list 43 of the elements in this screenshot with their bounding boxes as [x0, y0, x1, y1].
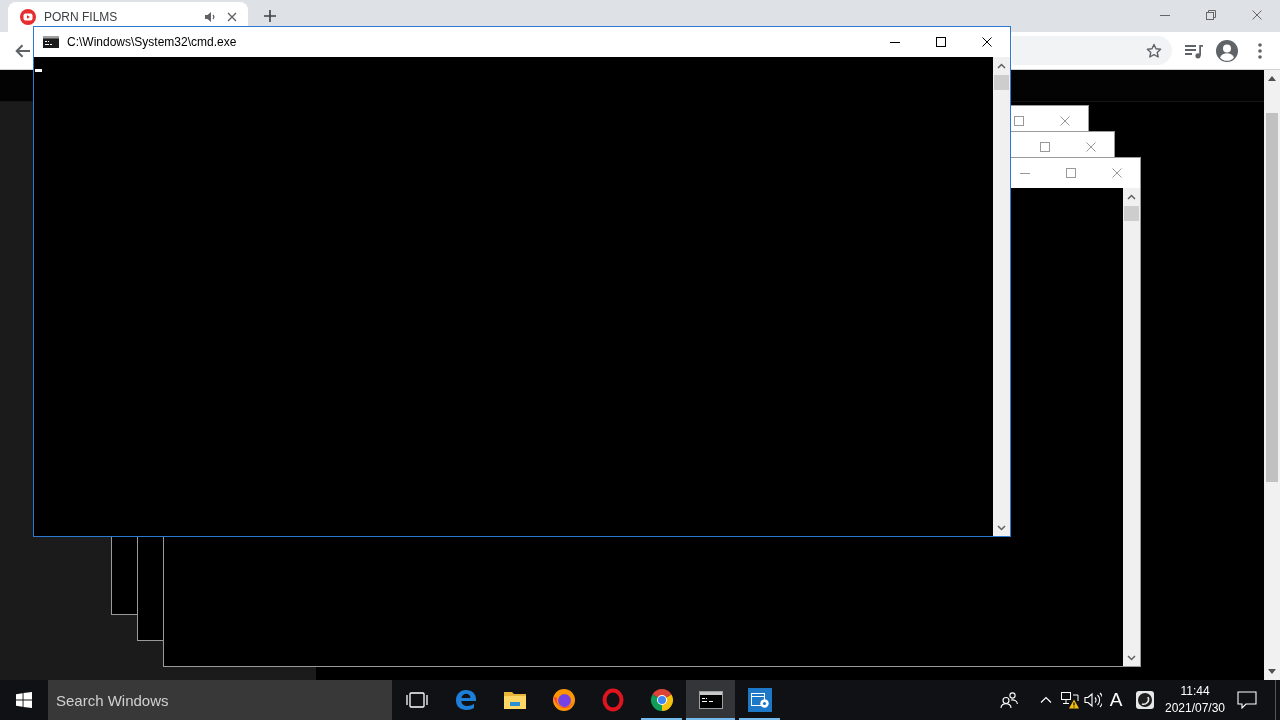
menu-icon [1257, 42, 1262, 59]
chevron-up-icon [1127, 193, 1136, 200]
avatar-icon [1215, 39, 1238, 62]
window-gear-icon [747, 688, 772, 712]
terminal-icon [698, 691, 723, 709]
speaker-icon[interactable] [204, 11, 216, 23]
input-indicator[interactable]: A [1104, 680, 1128, 720]
notification-icon[interactable] [1237, 691, 1257, 709]
close-icon [227, 12, 237, 22]
task-view-icon [405, 692, 428, 708]
chevron-down-icon [997, 524, 1006, 531]
scroll-thumb[interactable] [994, 75, 1009, 90]
chevron-up-icon[interactable] [1039, 696, 1052, 704]
folder-icon [502, 690, 527, 710]
restore-icon[interactable] [1206, 10, 1216, 20]
disc-logo-icon [551, 688, 576, 712]
chevron-up-icon [997, 62, 1006, 69]
text-cursor-icon [35, 69, 42, 72]
triangle-down-icon [1268, 669, 1276, 674]
ring-logo-icon [600, 688, 625, 712]
triangle-up-icon [1268, 76, 1276, 81]
e-logo-icon [453, 688, 478, 712]
maximize-icon[interactable] [936, 37, 946, 47]
chevron-down-icon [1127, 654, 1136, 661]
speaker-icon[interactable] [1084, 692, 1102, 708]
scroll-thumb[interactable] [1124, 206, 1139, 221]
search-field[interactable]: Search Windows [48, 680, 392, 720]
taskbar-button[interactable] [686, 680, 735, 720]
wheel-logo-icon [649, 688, 674, 712]
scroll-thumb[interactable] [1266, 113, 1278, 482]
list-note-icon [1184, 42, 1203, 59]
plus-icon [264, 10, 276, 22]
window-title: C:\Windows\System32\cmd.exe [67, 35, 237, 49]
terminal-icon [43, 36, 59, 48]
site-logo-icon [20, 9, 36, 25]
window-panes-icon [16, 692, 32, 708]
clock-button[interactable]: 11:44 2021/07/30 [1161, 680, 1229, 720]
star-icon [1146, 42, 1162, 59]
close-icon[interactable] [982, 37, 992, 47]
network-warning-icon[interactable] [1060, 691, 1080, 709]
round-app-icon[interactable] [1136, 691, 1154, 709]
people-icon[interactable] [1000, 692, 1018, 708]
arrow-left-icon [14, 42, 30, 59]
